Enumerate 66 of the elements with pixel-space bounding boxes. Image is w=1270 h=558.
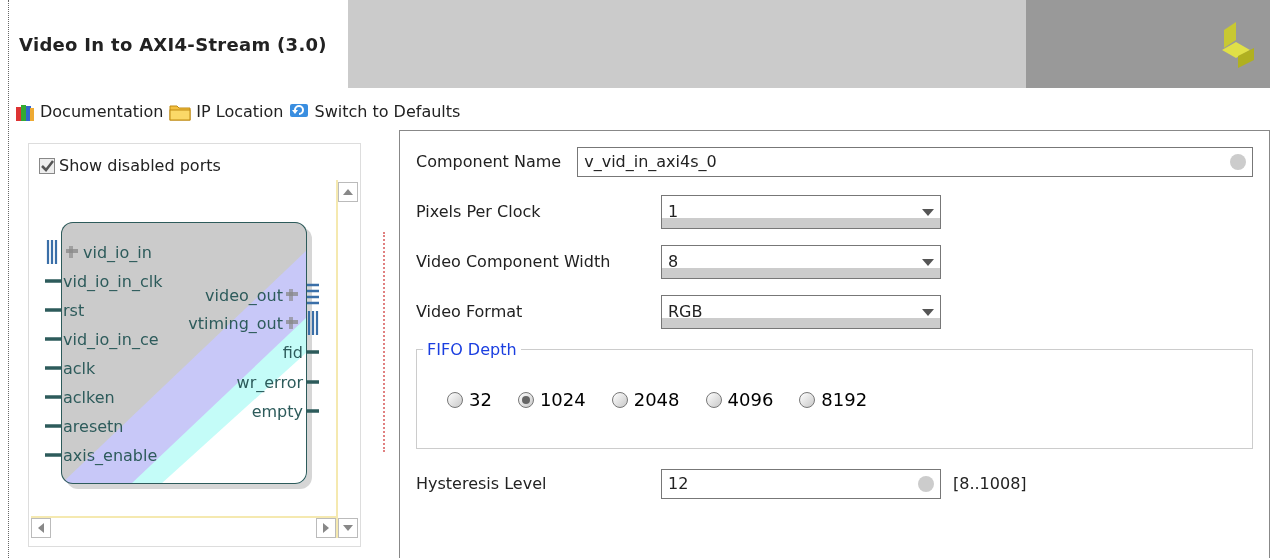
port-pin <box>307 409 319 413</box>
dropdown[interactable]: 8 <box>661 245 941 279</box>
scroll-left-button[interactable] <box>31 518 51 538</box>
port-pin <box>45 337 61 341</box>
port-label: fid <box>282 343 303 362</box>
toolbar-button[interactable]: Switch to Defaults <box>289 96 461 128</box>
checkbox[interactable] <box>39 158 55 174</box>
port-pin <box>307 380 319 384</box>
radio-option[interactable]: 1024 <box>517 386 586 413</box>
caret-icon <box>922 258 934 266</box>
port-pin <box>45 366 61 370</box>
books-icon <box>15 102 35 122</box>
up-arrow-icon <box>343 189 353 195</box>
port-label: vid_io_in_clk <box>63 272 163 291</box>
caret-icon <box>922 308 934 316</box>
bus-port-icon <box>307 309 319 337</box>
radio-option[interactable]: 32 <box>447 386 492 413</box>
port-pin <box>45 279 61 283</box>
scroll-down-button[interactable] <box>338 518 358 538</box>
toolbar-button[interactable]: IP Location <box>169 96 284 128</box>
port-label: vid_io_in <box>83 243 152 262</box>
scroll-right-button[interactable] <box>316 518 336 538</box>
port-label: axis_enable <box>63 446 158 465</box>
port-label: rst <box>63 301 85 320</box>
port-label: aclk <box>63 359 96 378</box>
field-label: Pixels Per Clock <box>416 201 542 223</box>
port-label: empty <box>251 402 303 421</box>
bus-port-icon <box>46 238 58 266</box>
bus-port-icon <box>305 283 321 305</box>
left-arrow-icon <box>38 523 44 533</box>
input-field[interactable]: 12 <box>661 469 941 499</box>
vertical-scrollbar[interactable] <box>336 180 358 538</box>
dropdown[interactable]: RGB <box>661 295 941 329</box>
dropdown[interactable]: 1 <box>661 195 941 229</box>
folder-icon <box>169 103 192 121</box>
field-label: Video Component Width <box>416 251 612 273</box>
range-hint: [8..1008] <box>953 473 1027 495</box>
port-label: aclken <box>63 388 115 407</box>
port-label: video_out <box>205 286 283 305</box>
port-pin <box>307 350 319 354</box>
interface-icon <box>285 316 299 330</box>
window-title: Video In to AXI4-Stream (3.0) <box>19 32 327 57</box>
interface-icon <box>65 245 79 259</box>
toolbar-button[interactable]: Documentation <box>15 96 164 128</box>
port-pin <box>45 453 61 457</box>
port-label: aresetn <box>63 417 124 436</box>
field-label: Video Format <box>416 301 524 323</box>
radio-option[interactable]: 2048 <box>611 386 680 413</box>
input-field[interactable]: v_vid_in_axi4s_0 <box>577 147 1253 177</box>
radio-option[interactable]: 4096 <box>705 386 774 413</box>
scroll-up-button[interactable] <box>338 182 358 202</box>
down-arrow-icon <box>343 525 353 531</box>
port-pin <box>45 308 61 312</box>
port-pin <box>45 424 61 428</box>
field-label: Hysteresis Level <box>416 473 548 495</box>
port-label: vid_io_in_ce <box>63 330 159 349</box>
port-label: vtiming_out <box>188 314 283 333</box>
port-label: wr_error <box>236 373 303 392</box>
field-label: Component Name <box>416 151 562 173</box>
radio-option[interactable]: 8192 <box>799 386 868 413</box>
horizontal-scrollbar[interactable] <box>31 516 336 538</box>
caret-icon <box>922 208 934 216</box>
right-arrow-icon <box>323 523 329 533</box>
port-pin <box>45 395 61 399</box>
checkbox-label: Show disabled ports <box>59 155 221 177</box>
interface-icon <box>285 288 299 302</box>
